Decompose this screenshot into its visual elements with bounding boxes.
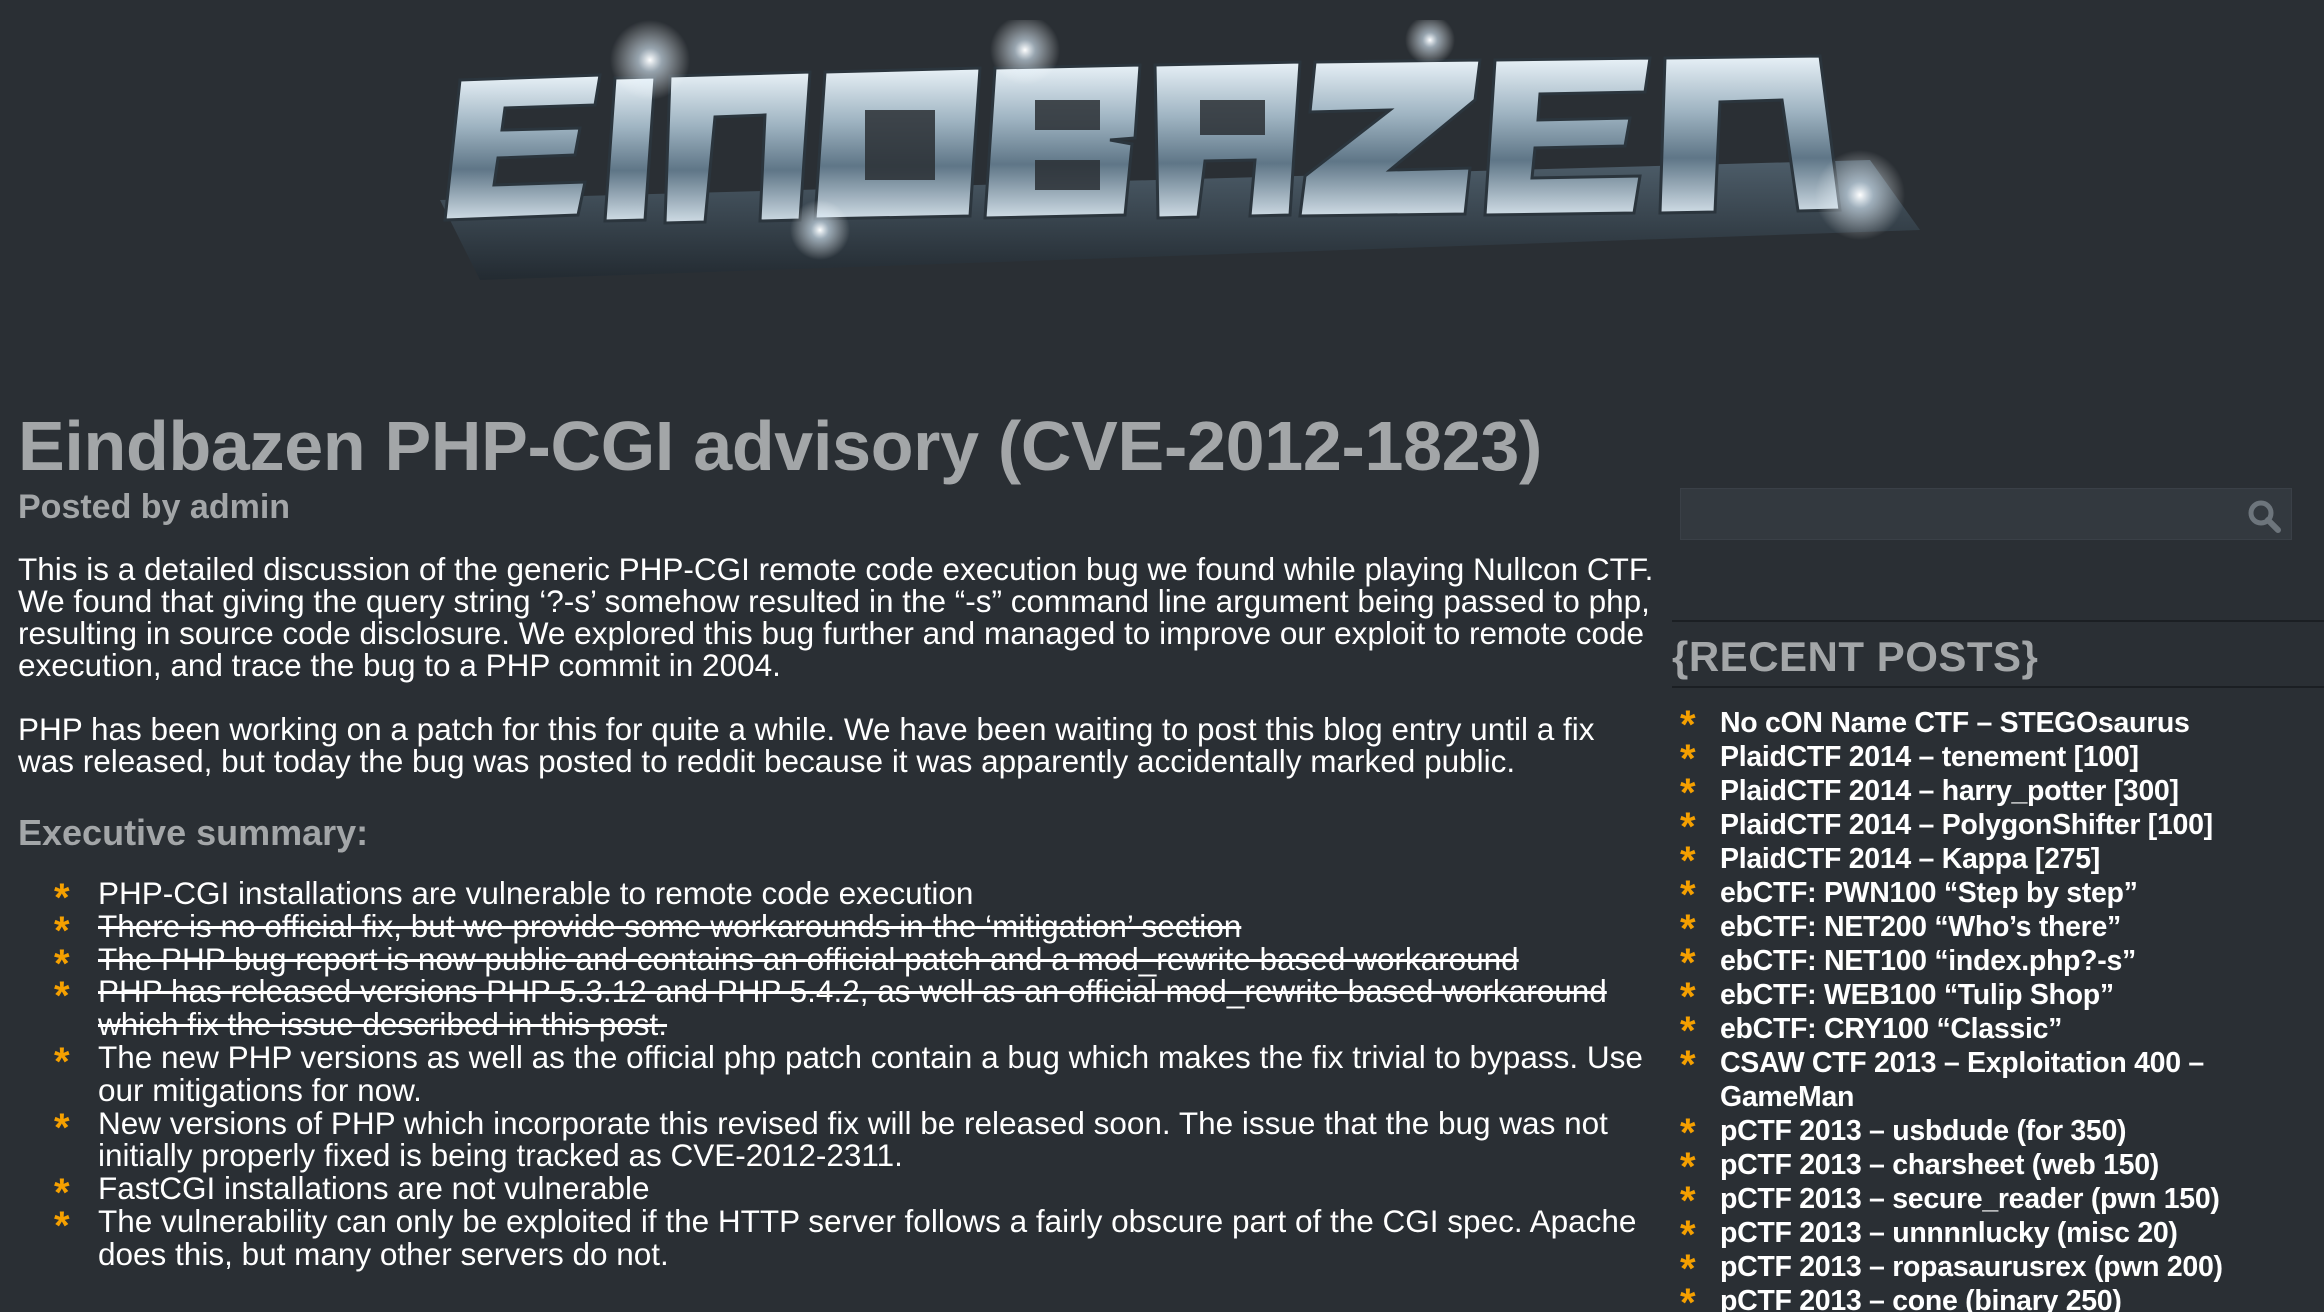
summary-item: * PHP has released versions PHP 5.3.12 an… [54,973,1658,1043]
asterisk-bullet-icon: * [54,1171,70,1216]
summary-heading: Executive summary: [18,812,369,853]
recent-post-link[interactable]: No cON Name CTF – STEGOsaurus [1720,707,2190,739]
list-item: * No cON Name CTF – STEGOsaurus [1680,703,2320,747]
recent-post-link[interactable]: pCTF 2013 – cone (binary 250) [1720,1285,2122,1312]
divider [1672,620,2324,622]
recent-posts-heading: {RECENT POSTS} [1672,633,2039,680]
recent-post-link[interactable]: pCTF 2013 – secure_reader (pwn 150) [1720,1183,2220,1215]
divider [1672,686,2324,688]
list-item: * pCTF 2013 – unnnnlucky (misc 20) [1680,1213,2320,1257]
recent-post-link[interactable]: pCTF 2013 – usbdude (for 350) [1720,1115,2127,1147]
site-logo[interactable] [420,20,1940,340]
article: Eindbazen PHP-CGI advisory (CVE-2012-182… [18,405,1658,1271]
search-button[interactable] [2245,497,2283,535]
summary-item: * The vulnerability can only be exploited… [54,1202,1658,1272]
summary-item-text: PHP has released versions PHP 5.3.12 and… [98,973,1607,1043]
list-item: * PlaidCTF 2014 – Kappa [275] [1680,839,2320,883]
asterisk-bullet-icon: * [54,941,70,986]
recent-post-link[interactable]: ebCTF: NET200 “Who’s there” [1720,911,2121,943]
recent-post-link[interactable]: pCTF 2013 – charsheet (web 150) [1720,1149,2159,1181]
list-item: * ebCTF: CRY100 “Classic” [1680,1009,2320,1053]
summary-item-text: The vulnerability can only be exploited … [98,1202,1637,1272]
summary-item: * FastCGI installations are not vulnerabl… [54,1170,1658,1215]
summary-item-text: There is no official fix, but we provide… [98,907,1242,944]
recent-post-link[interactable]: pCTF 2013 – unnnnlucky (misc 20) [1720,1217,2178,1249]
asterisk-bullet-icon: * [54,1105,70,1150]
recent-post-link[interactable]: pCTF 2013 – ropasaurusrex (pwn 200) [1720,1251,2223,1283]
list-item: * ebCTF: NET100 “index.php?-s” [1680,941,2320,985]
recent-post-link[interactable]: PlaidCTF 2014 – tenement [100] [1720,741,2139,773]
sidebar: {RECENT POSTS} * No cON Name CTF – STEGOs… [1672,488,2324,1312]
list-item: * PlaidCTF 2014 – PolygonShifter [100] [1680,805,2320,849]
post-paragraph: This is a detailed discussion of the gen… [18,551,1654,683]
asterisk-bullet-icon: * [54,876,70,920]
summary-item: * PHP-CGI installations are vulnerable to… [54,875,1658,920]
recent-post-link[interactable]: PlaidCTF 2014 – PolygonShifter [100] [1720,809,2213,841]
list-item: * PlaidCTF 2014 – tenement [100] [1680,737,2320,781]
search-icon [2248,500,2281,533]
list-item: * ebCTF: WEB100 “Tulip Shop” [1680,975,2320,1019]
asterisk-bullet-icon: * [1680,1043,1696,1087]
summary-item: * The new PHP versions as well as the off… [54,1038,1658,1108]
post-paragraph: PHP has been working on a patch for this… [18,711,1595,779]
list-item: * pCTF 2013 – secure_reader (pwn 150) [1680,1179,2320,1223]
summary-item: * New versions of PHP which incorporate t… [54,1104,1658,1174]
summary-item-text: The PHP bug report is now public and con… [98,940,1519,977]
asterisk-bullet-icon: * [54,1039,70,1084]
recent-post-link[interactable]: ebCTF: WEB100 “Tulip Shop” [1720,979,2114,1011]
recent-post-link[interactable]: ebCTF: NET100 “index.php?-s” [1720,945,2136,977]
summary-item-text: FastCGI installations are not vulnerable [98,1170,650,1207]
list-item: * pCTF 2013 – charsheet (web 150) [1680,1145,2320,1189]
post-title[interactable]: Eindbazen PHP-CGI advisory (CVE-2012-182… [18,405,1658,487]
search-box [1680,488,2292,540]
asterisk-bullet-icon: * [1680,1281,1696,1312]
asterisk-bullet-icon: * [54,1203,70,1248]
search-input[interactable] [1681,489,2241,539]
list-item: * pCTF 2013 – cone (binary 250) [1680,1281,2320,1312]
eindbazen-logo-graphic [440,20,1920,280]
summary-list: * PHP-CGI installations are vulnerable to… [18,875,1658,1272]
list-item: * PlaidCTF 2014 – harry_potter [300] [1680,771,2320,815]
list-item: * ebCTF: NET200 “Who’s there” [1680,907,2320,951]
page: Eindbazen PHP-CGI advisory (CVE-2012-182… [0,0,2324,1312]
summary-item: * The PHP bug report is now public and co… [54,940,1658,986]
recent-post-link[interactable]: ebCTF: PWN100 “Step by step” [1720,877,2138,909]
recent-post-link[interactable]: PlaidCTF 2014 – Kappa [275] [1720,843,2100,875]
recent-post-link[interactable]: ebCTF: CRY100 “Classic” [1720,1013,2062,1045]
summary-item: * There is no official fix, but we provid… [54,907,1658,953]
recent-post-link[interactable]: CSAW CTF 2013 – Exploitation 400 – GameM… [1720,1047,2204,1113]
summary-item-text: The new PHP versions as well as the offi… [98,1038,1643,1108]
recent-post-link[interactable]: PlaidCTF 2014 – harry_potter [300] [1720,775,2179,807]
asterisk-bullet-icon: * [54,908,70,953]
asterisk-bullet-icon: * [54,974,70,1019]
recent-posts-list: * No cON Name CTF – STEGOsaurus * PlaidCTF… [1680,703,2320,1312]
summary-item-text: PHP-CGI installations are vulnerable to … [98,875,974,911]
list-item: * pCTF 2013 – usbdude (for 350) [1680,1111,2320,1155]
list-item: * ebCTF: PWN100 “Step by step” [1680,873,2320,917]
summary-item-text: New versions of PHP which incorporate th… [98,1104,1608,1174]
list-item: * pCTF 2013 – ropasaurusrex (pwn 200) [1680,1247,2320,1291]
post-author: Posted by admin [18,488,291,526]
list-item: * CSAW CTF 2013 – Exploitation 400 – Game… [1680,1043,2320,1114]
